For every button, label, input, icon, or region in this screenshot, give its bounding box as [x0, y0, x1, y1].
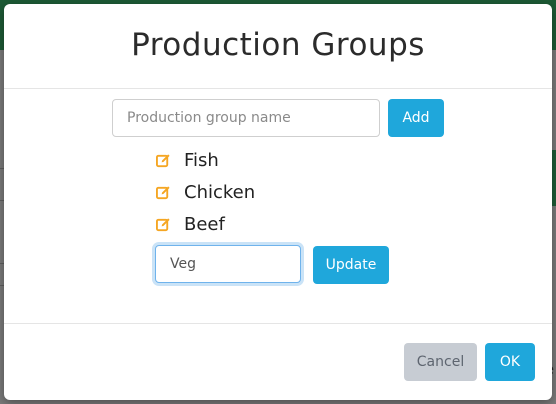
update-button[interactable]: Update [313, 246, 389, 284]
group-label: Chicken [184, 181, 256, 203]
modal-title: Production Groups [131, 27, 425, 63]
edit-icon[interactable] [154, 151, 172, 169]
group-label: Beef [184, 213, 225, 235]
modal-footer: Cancel OK [4, 324, 552, 399]
ok-button[interactable]: OK [485, 343, 535, 381]
group-item-beef: Beef [154, 208, 255, 240]
modal-header: Production Groups [4, 4, 552, 89]
modal-body: Add Fish Chicken [4, 89, 552, 324]
production-group-name-input[interactable] [112, 99, 380, 137]
group-label: Fish [184, 149, 219, 171]
production-group-list: Fish Chicken Beef [154, 144, 255, 240]
group-item-fish: Fish [154, 144, 255, 176]
group-item-chicken: Chicken [154, 176, 255, 208]
edit-icon[interactable] [154, 215, 172, 233]
add-button[interactable]: Add [388, 99, 444, 137]
cancel-button[interactable]: Cancel [404, 343, 477, 381]
edit-group-input[interactable] [155, 245, 301, 283]
edit-icon[interactable] [154, 183, 172, 201]
production-groups-modal: Production Groups Add Fish [4, 4, 552, 400]
